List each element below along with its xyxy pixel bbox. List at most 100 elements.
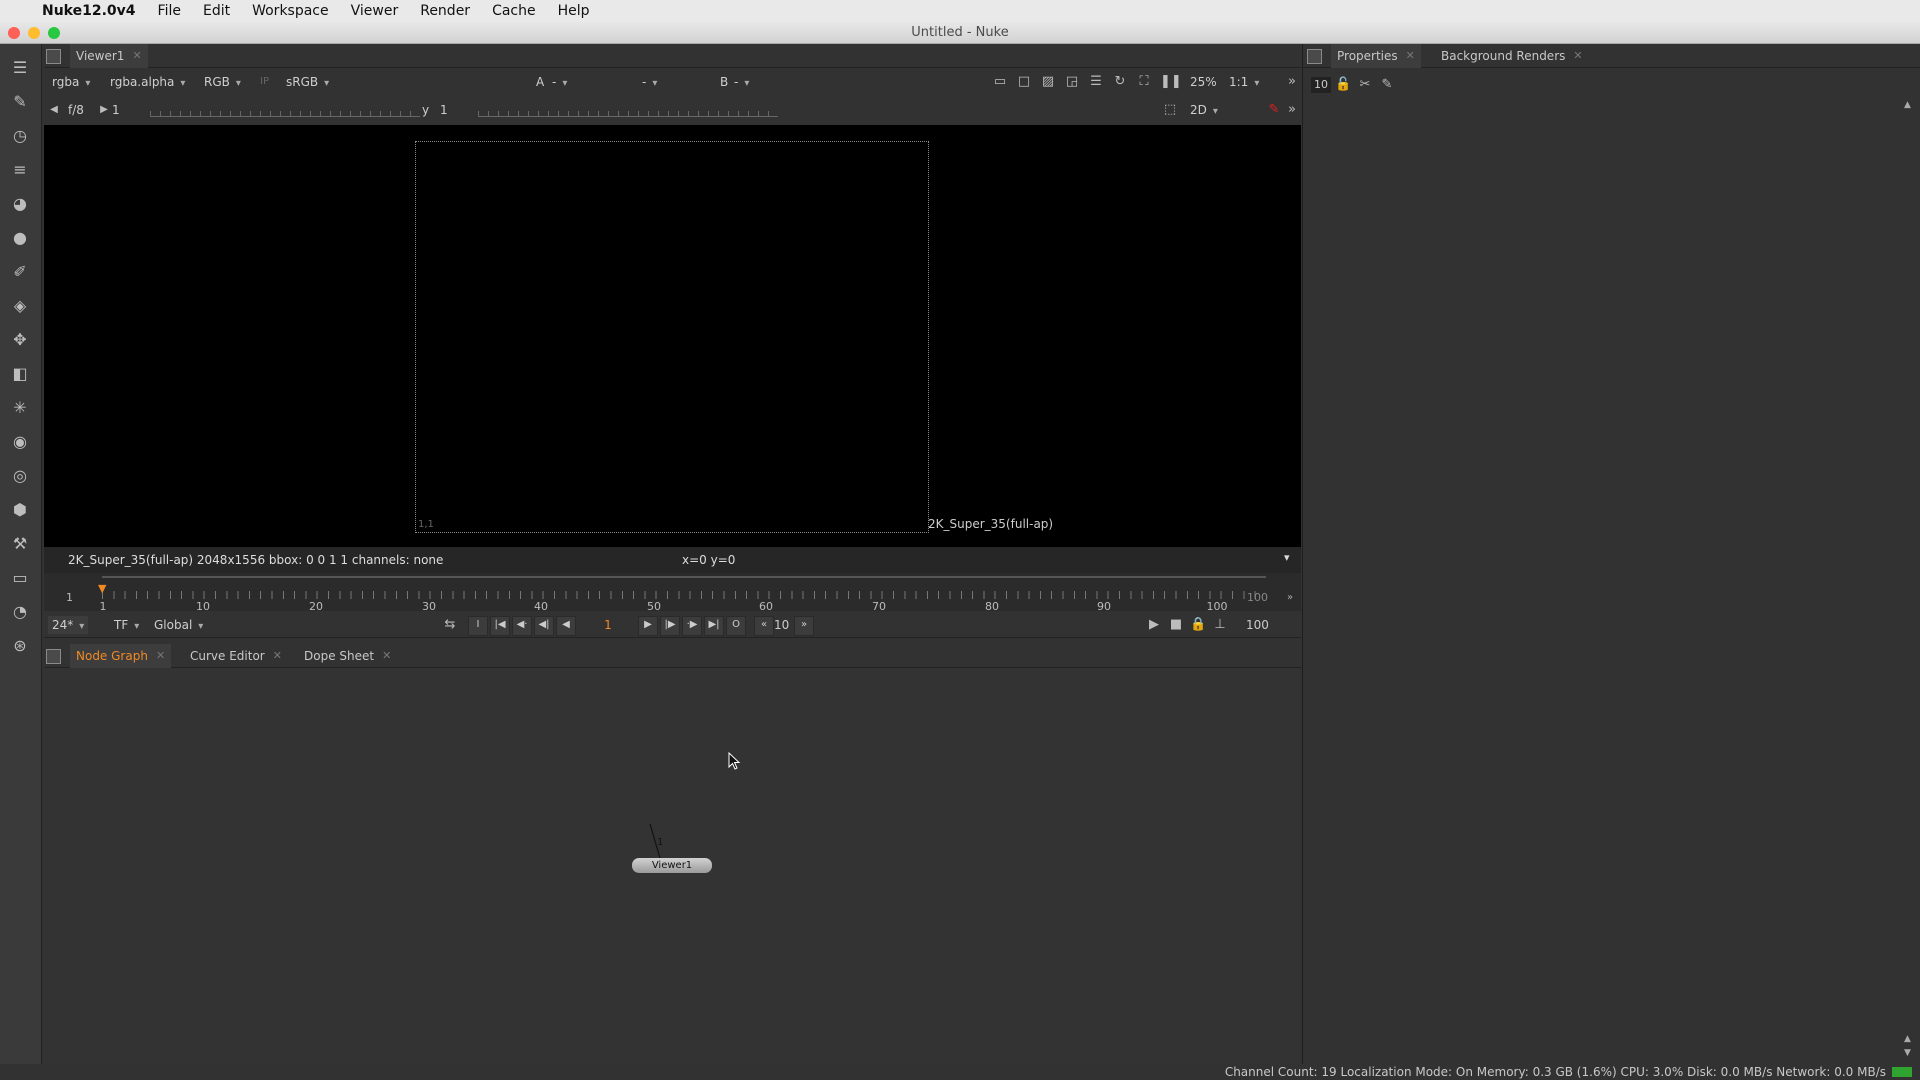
overlay-icon[interactable]: ◲: [1064, 74, 1080, 90]
filter-icon[interactable]: ●: [9, 226, 31, 248]
current-frame-field[interactable]: 1: [582, 616, 634, 634]
refresh-icon[interactable]: ↻: [1112, 74, 1128, 90]
menu-edit[interactable]: Edit: [192, 3, 241, 19]
tab-viewer1[interactable]: Viewer1 ✕: [70, 44, 148, 68]
zoom-window-button[interactable]: [48, 27, 60, 39]
color-picker-icon[interactable]: ✎: [1266, 102, 1282, 118]
close-icon[interactable]: ✕: [1406, 44, 1415, 68]
out-frame-field[interactable]: 100: [1246, 616, 1269, 634]
menu-file[interactable]: File: [147, 3, 192, 19]
layers-icon[interactable]: ☰: [1088, 74, 1104, 90]
last-frame-button[interactable]: ▶|: [704, 616, 724, 636]
furnace-icon[interactable]: ◔: [9, 600, 31, 622]
close-icon[interactable]: ✕: [132, 44, 141, 68]
fstop-next-icon[interactable]: ▶: [96, 102, 112, 118]
display-channel-dropdown[interactable]: RGB: [204, 73, 241, 91]
ip-toggle[interactable]: IP: [260, 73, 269, 91]
color-icon[interactable]: ◕: [9, 192, 31, 214]
channels-dropdown[interactable]: rgba: [52, 73, 90, 91]
tab-curve-editor[interactable]: Curve Editor ✕: [184, 644, 288, 668]
view-mode-dropdown[interactable]: 2D: [1190, 101, 1252, 119]
alpha-channel-dropdown[interactable]: rgba.alpha: [110, 73, 185, 91]
region-select-icon[interactable]: ⬚: [1162, 102, 1178, 118]
playback-mode-icon[interactable]: ⇆: [442, 617, 458, 633]
ocula-icon[interactable]: ⊛: [9, 634, 31, 656]
close-icon[interactable]: ✕: [1573, 44, 1582, 68]
views-icon[interactable]: ◎: [9, 464, 31, 486]
range-dropdown[interactable]: Global: [154, 616, 203, 634]
out-point-button[interactable]: O: [726, 616, 746, 636]
tab-node-graph[interactable]: Node Graph ✕: [70, 644, 172, 668]
proxy-icon[interactable]: ▨: [1040, 74, 1056, 90]
skip-forward-button[interactable]: »: [794, 616, 814, 636]
menu-help[interactable]: Help: [547, 3, 601, 19]
pane-menu-icon[interactable]: [46, 649, 61, 664]
scroll-up-icon[interactable]: ▲: [1904, 1034, 1911, 1044]
time-icon[interactable]: ◷: [9, 124, 31, 146]
edit-icon[interactable]: ✎: [1379, 77, 1395, 93]
fstop-value[interactable]: f/8: [68, 101, 84, 119]
tab-properties[interactable]: Properties ✕: [1331, 44, 1421, 68]
toolsets-icon[interactable]: ⚒: [9, 532, 31, 554]
wipe-dropdown[interactable]: -: [642, 73, 706, 91]
menu-render[interactable]: Render: [409, 3, 481, 19]
expand-controls-icon[interactable]: »: [1284, 102, 1300, 118]
3d-icon[interactable]: ◧: [9, 362, 31, 384]
other-icon[interactable]: ▭: [9, 566, 31, 588]
viewer-tools-icon[interactable]: ☰: [9, 56, 31, 78]
close-icon[interactable]: ✕: [382, 644, 391, 668]
deep-icon[interactable]: ◉: [9, 430, 31, 452]
flipbook-icon[interactable]: ▶: [1146, 617, 1162, 633]
next-frame-button[interactable]: |▶: [660, 616, 680, 636]
menu-viewer[interactable]: Viewer: [340, 3, 410, 19]
scroll-down-icon[interactable]: ▼: [1904, 1048, 1911, 1058]
pane-menu-icon[interactable]: [46, 49, 61, 64]
draw-icon[interactable]: ✐: [9, 260, 31, 282]
app-menu[interactable]: Nuke12.0v4: [31, 3, 147, 19]
range-icon[interactable]: ⊥: [1212, 617, 1228, 633]
play-backward-button[interactable]: ◀: [556, 616, 576, 636]
ratio-dropdown[interactable]: 1:1: [1229, 73, 1259, 91]
stop-icon[interactable]: ■: [1168, 617, 1184, 633]
menu-cache[interactable]: Cache: [481, 3, 547, 19]
first-frame-button[interactable]: |◀: [490, 616, 510, 636]
close-window-button[interactable]: [8, 27, 20, 39]
gamma-value[interactable]: 1: [440, 101, 448, 119]
safe-area-icon[interactable]: □: [1016, 74, 1032, 90]
lock-icon[interactable]: 🔒: [1190, 617, 1206, 633]
timeline-end[interactable]: 100: [1247, 591, 1268, 604]
merge-icon[interactable]: ◈: [9, 294, 31, 316]
info-expand-icon[interactable]: ▾: [1284, 551, 1290, 564]
prev-frame-button[interactable]: ◀|: [534, 616, 554, 636]
lut-dropdown[interactable]: sRGB: [286, 73, 329, 91]
max-panels-field[interactable]: 10: [1311, 77, 1331, 93]
close-icon[interactable]: ✕: [273, 644, 282, 668]
gain-value[interactable]: 1: [112, 101, 120, 119]
fps-dropdown[interactable]: 24*: [48, 616, 89, 634]
tab-background-renders[interactable]: Background Renders ✕: [1435, 44, 1589, 68]
timeline-expand-icon[interactable]: »: [1287, 592, 1293, 603]
gain-slider[interactable]: [150, 102, 420, 117]
minimize-window-button[interactable]: [28, 27, 40, 39]
input-a-dropdown[interactable]: -: [552, 73, 622, 91]
increment-field[interactable]: 10: [774, 616, 789, 634]
pause-icon[interactable]: ❚❚: [1160, 74, 1182, 90]
scroll-up-icon[interactable]: ▲: [1904, 100, 1911, 110]
timeline-start[interactable]: 1: [66, 591, 73, 604]
paint-icon[interactable]: ✎: [9, 90, 31, 112]
tab-dope-sheet[interactable]: Dope Sheet ✕: [298, 644, 397, 668]
timecode-dropdown[interactable]: TF: [114, 616, 139, 634]
lock-panel-icon[interactable]: 🔓: [1335, 77, 1351, 93]
play-forward-button[interactable]: ▶: [638, 616, 658, 636]
fstop-prev-icon[interactable]: ◀: [46, 102, 62, 118]
in-point-button[interactable]: I: [468, 616, 488, 636]
properties-scrollbar[interactable]: ▲ ▲ ▼: [1903, 100, 1915, 1060]
gpu-icon[interactable]: ⛶: [1136, 74, 1152, 90]
skip-back-button[interactable]: «: [754, 616, 774, 636]
expand-toolbar-icon[interactable]: »: [1284, 74, 1300, 90]
next-keyframe-button[interactable]: ·▶: [682, 616, 702, 636]
pane-menu-icon[interactable]: [1307, 49, 1322, 64]
particles-icon[interactable]: ✳: [9, 396, 31, 418]
close-icon[interactable]: ✕: [156, 644, 165, 668]
metadata-icon[interactable]: ⬢: [9, 498, 31, 520]
